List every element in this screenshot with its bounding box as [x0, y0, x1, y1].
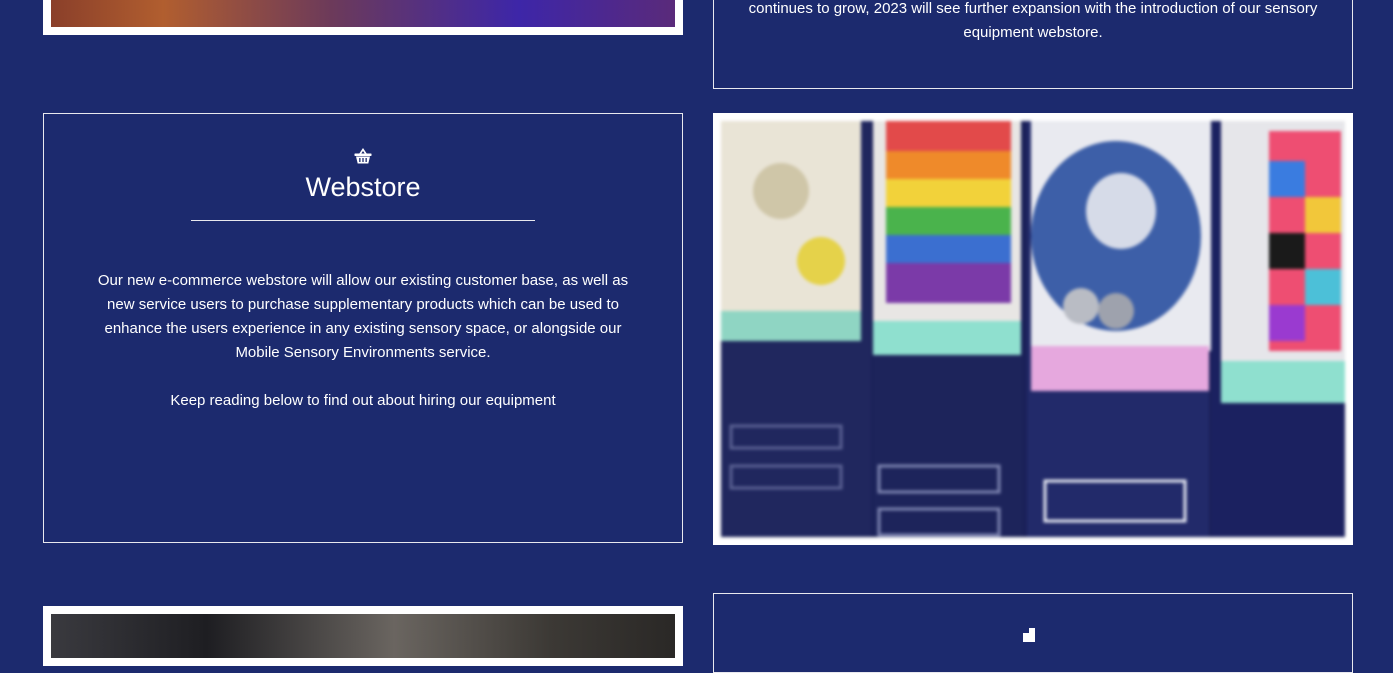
top-right-text-card: continues to grow, 2023 will see further… — [713, 0, 1353, 89]
webstore-title: Webstore — [305, 172, 421, 202]
top-right-text: continues to grow, 2023 will see further… — [748, 0, 1318, 41]
bottom-right-text-card — [713, 593, 1353, 673]
webstore-description: Our new e-commerce webstore will allow o… — [97, 272, 629, 361]
event-photo — [51, 0, 675, 27]
bottom-left-image-card — [43, 606, 683, 666]
product-photo-card — [713, 113, 1353, 545]
equipment-photo — [51, 614, 675, 658]
webstore-screen-photo — [721, 121, 1345, 537]
webstore-card: Webstore Our new e-commerce webstore wil… — [43, 113, 683, 543]
webstore-cta-text: Keep reading below to find out about hir… — [170, 392, 556, 409]
basket-icon — [44, 148, 682, 169]
top-left-image-card — [43, 0, 683, 35]
hand-icon — [1019, 628, 1037, 647]
title-divider — [191, 220, 535, 221]
